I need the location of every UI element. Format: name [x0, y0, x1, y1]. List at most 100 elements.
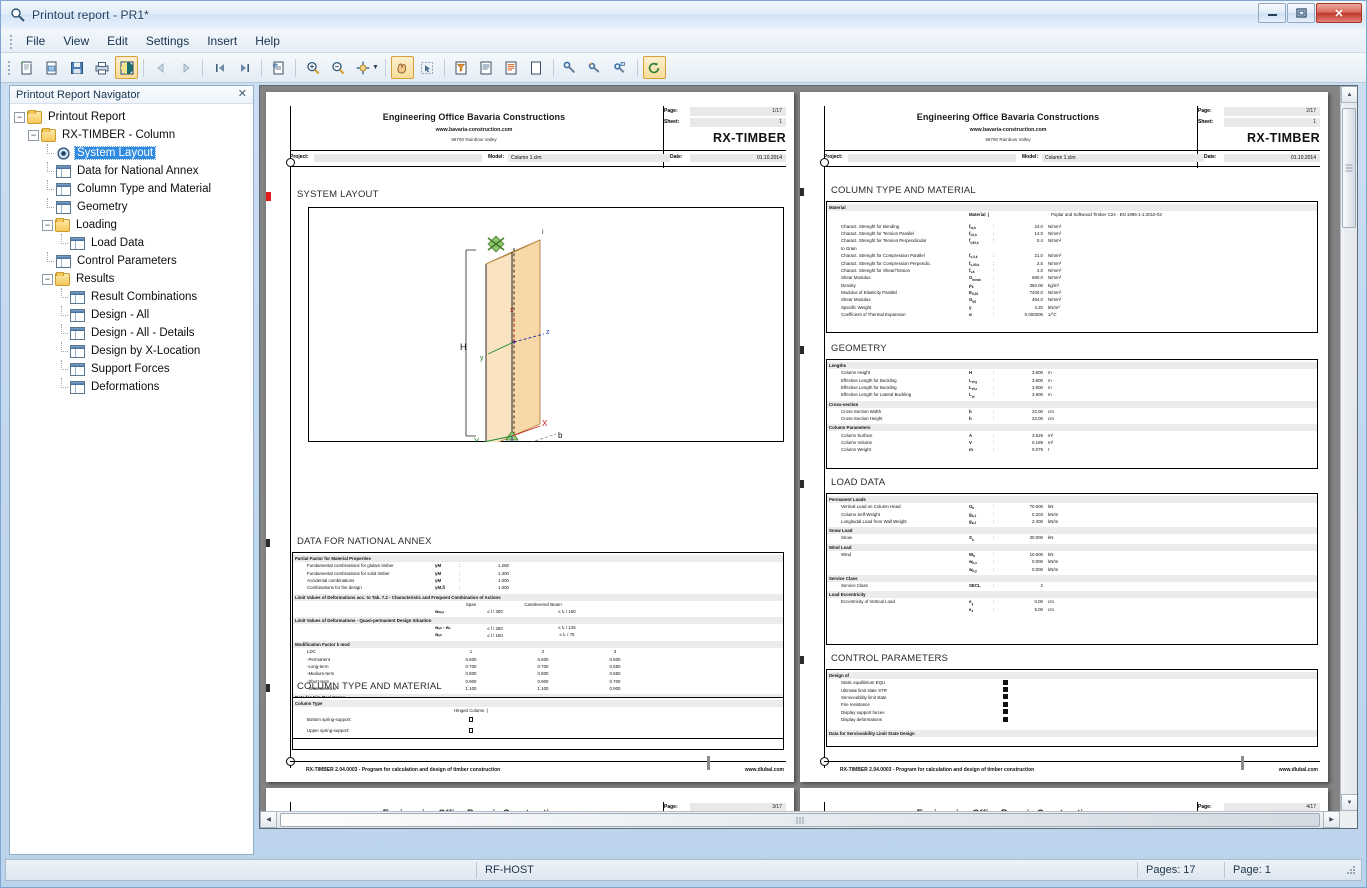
refresh-icon[interactable]: [642, 56, 666, 79]
collapse-icon[interactable]: −: [42, 219, 53, 231]
document-horizontal-scrollbar[interactable]: ◀ ▶: [260, 811, 1340, 828]
previous-page-icon[interactable]: [149, 56, 172, 79]
scroll-left-button[interactable]: ◀: [260, 811, 277, 828]
horizontal-scroll-thumb[interactable]: [280, 813, 1320, 827]
checkbox[interactable]: [969, 709, 1041, 715]
chevron-down-icon[interactable]: ▼: [372, 64, 379, 71]
report-page-1[interactable]: Engineering Office Bavaria Constructions…: [266, 92, 794, 782]
column-header-2: 2: [541, 649, 545, 655]
print-preview-icon[interactable]: [115, 56, 138, 79]
checkbox[interactable]: [969, 694, 1041, 700]
table-row: ez: 5.00 cm: [827, 606, 1317, 613]
tree-item-results[interactable]: − Results: [14, 270, 253, 288]
footer-url[interactable]: www.dlubal.com: [745, 767, 784, 773]
checkbox[interactable]: [435, 728, 507, 734]
menu-settings[interactable]: Settings: [137, 31, 198, 51]
menu-insert[interactable]: Insert: [198, 31, 246, 51]
checkbox[interactable]: [969, 679, 1041, 686]
insert-model-icon[interactable]: [584, 56, 607, 79]
menu-view[interactable]: View: [54, 31, 98, 51]
tree-item-geometry[interactable]: Geometry: [14, 197, 253, 216]
tree-item-load-data[interactable]: Load Data: [14, 233, 253, 252]
collapse-icon[interactable]: −: [42, 273, 53, 285]
tree-item-system-layout[interactable]: System Layout: [14, 143, 253, 162]
zoom-fit-icon[interactable]: [351, 56, 374, 79]
document-preview-area[interactable]: Engineering Office Bavaria Constructions…: [259, 85, 1358, 829]
page-label: Page:: [664, 108, 678, 114]
row-symbol: ft,90,k: [969, 238, 979, 245]
row-description: Column Weight: [841, 447, 871, 453]
tree-item-design-all[interactable]: Design - All: [14, 305, 253, 324]
footer-url[interactable]: www.dlubal.com: [1279, 767, 1318, 773]
select-tool-icon[interactable]: [416, 56, 439, 79]
vertical-scroll-thumb[interactable]: [1342, 108, 1356, 228]
open-report-icon[interactable]: [40, 56, 63, 79]
resize-grip[interactable]: [1345, 864, 1357, 876]
close-button[interactable]: ✕: [1316, 3, 1362, 23]
checkbox[interactable]: [435, 717, 507, 723]
page-setup-icon[interactable]: [267, 56, 290, 79]
table-row: Cross-Section Height h: 22.00 cm: [827, 415, 1317, 422]
blank-page-icon[interactable]: [525, 56, 548, 79]
menu-edit[interactable]: Edit: [98, 31, 137, 51]
tree-item-design-by-x-location[interactable]: Design by X-Location: [14, 341, 253, 360]
minimize-button[interactable]: [1258, 3, 1286, 23]
scroll-down-button[interactable]: ▼: [1341, 794, 1357, 811]
pan-tool-icon[interactable]: [390, 56, 414, 79]
scroll-right-button[interactable]: ▶: [1323, 811, 1340, 828]
report-page-4[interactable]: Engineering Office Bavaria Constructions…: [800, 788, 1328, 811]
tree-item-design-all-details[interactable]: Design - All - Details: [14, 323, 253, 342]
menu-help[interactable]: Help: [246, 31, 289, 51]
tree-item-result-combinations[interactable]: Result Combinations: [14, 287, 253, 306]
toolbar-drag-handle[interactable]: [5, 59, 12, 77]
checkbox[interactable]: [969, 687, 1041, 693]
tree-item-control-parameters[interactable]: Control Parameters: [14, 251, 253, 270]
company-address: 98760 Rainbow Valley: [451, 137, 497, 142]
next-page-icon[interactable]: [174, 56, 197, 79]
text-block-icon[interactable]: [500, 56, 523, 79]
checkbox[interactable]: [969, 701, 1041, 708]
collapse-icon[interactable]: −: [28, 129, 39, 141]
tree-item-deformations[interactable]: Deformations: [14, 377, 253, 396]
checkbox[interactable]: [969, 716, 1041, 723]
report-page-2[interactable]: Engineering Office Bavaria Constructions…: [800, 92, 1328, 782]
tree-item-column-type-and-material[interactable]: Column Type and Material: [14, 179, 253, 198]
row-symbol: ft,0,k: [969, 230, 977, 238]
row-description: to Grain: [841, 245, 857, 251]
row-colon: :: [993, 511, 995, 517]
tree-item-support-forces[interactable]: Support Forces: [14, 359, 253, 378]
row-value: 350.00: [1029, 282, 1043, 288]
filter-icon[interactable]: [450, 56, 473, 79]
row-symbol: fm,k: [969, 223, 976, 230]
section-bullet-material: [800, 188, 804, 196]
maximize-button[interactable]: [1287, 3, 1315, 23]
report-properties-icon[interactable]: [475, 56, 498, 79]
new-report-icon[interactable]: [15, 56, 38, 79]
tree-item-loading[interactable]: − Loading: [14, 216, 253, 234]
report-page-3[interactable]: Engineering Office Bavaria Constructions…: [266, 788, 794, 811]
table-icon: [56, 164, 71, 178]
insert-picture-icon[interactable]: [559, 56, 582, 79]
zoom-in-icon[interactable]: [301, 56, 324, 79]
menu-file[interactable]: File: [17, 31, 54, 51]
menu-drag-handle[interactable]: [7, 33, 14, 49]
insert-link-icon[interactable]: [609, 56, 632, 79]
row-value-1: 0.700: [465, 664, 477, 670]
last-page-icon[interactable]: [233, 56, 256, 79]
first-page-icon[interactable]: [208, 56, 231, 79]
save-report-icon[interactable]: [65, 56, 88, 79]
print-icon[interactable]: [90, 56, 113, 79]
row-unit: N/mm²: [1048, 238, 1062, 244]
tree-item-printout-report[interactable]: − Printout Report: [14, 108, 253, 126]
scroll-up-button[interactable]: ▲: [1341, 86, 1357, 103]
page-number: 3/17: [690, 802, 786, 811]
tree-item-rx-timber-column[interactable]: − RX-TIMBER - Column: [14, 126, 253, 144]
tree-item-data-for-national-annex[interactable]: Data for National Annex: [14, 161, 253, 180]
close-icon[interactable]: ✕: [236, 89, 249, 100]
navigator-tree[interactable]: − Printout Report − RX-TIMBER - Column Syste…: [10, 104, 253, 854]
collapse-icon[interactable]: −: [14, 111, 25, 123]
scroll-thumb-grip: [796, 811, 805, 828]
zoom-out-icon[interactable]: [326, 56, 349, 79]
document-vertical-scrollbar[interactable]: ▲ ▼: [1340, 86, 1357, 811]
row-description: Static equilibrium EQU: [841, 680, 886, 686]
